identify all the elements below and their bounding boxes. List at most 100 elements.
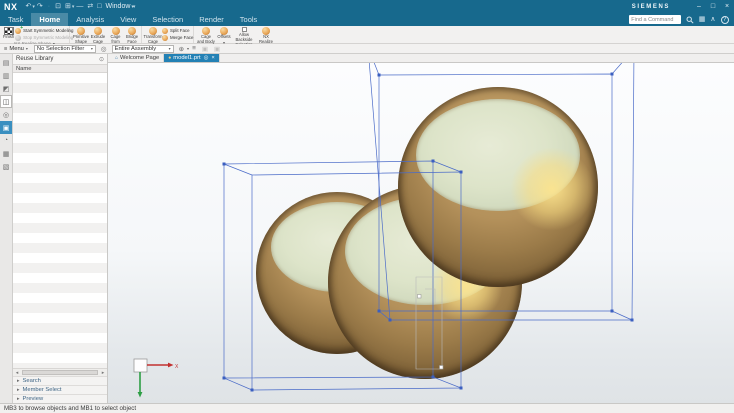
start-symmetric-modeling-button[interactable]: + Start Symmetric Modeling (15, 27, 73, 34)
restore-button[interactable]: □ (706, 0, 720, 13)
wcs-triad: X (134, 359, 179, 398)
pin-icon[interactable]: ⊙ (99, 56, 104, 63)
cage-vertex-handles (223, 73, 634, 392)
welcome-page-icon: ⌂ (115, 55, 118, 61)
expand-arrow-icon: ▸ (17, 387, 20, 393)
resource-bar-icon-history[interactable]: ◔ (0, 134, 12, 147)
resource-bar-icon-2[interactable]: ▥ (0, 69, 12, 82)
scroll-left-icon[interactable]: ◂ (13, 370, 21, 376)
tab-close-icon[interactable]: × (211, 55, 214, 61)
undo-dropdown-icon[interactable]: ▾ (32, 4, 35, 10)
finish-button[interactable]: Finish (2, 27, 15, 40)
undo-icon[interactable]: ↶ (26, 3, 32, 10)
merge-face-button[interactable]: Merge Face (162, 34, 193, 41)
copy-icon[interactable]: ⊞ (65, 3, 71, 10)
resource-bar-icon-reuse-library[interactable]: ◫ (0, 95, 12, 108)
reuse-library-panel: Reuse Library ⊙ Name ◂ ▸ ▸ Search ▸ Memb… (13, 54, 108, 403)
tab-task[interactable]: Task (0, 13, 31, 26)
ribbon-tab-bar: Task Home Analysis View Selection Render… (0, 13, 734, 26)
redo-icon[interactable]: ↷ (37, 3, 43, 10)
stop-symmetric-modeling-button[interactable]: Stop Symmetric Modeling (15, 34, 73, 41)
ribbon-group-nx-realize-shape: Finish + Start Symmetric Modeling Stop S… (0, 26, 70, 43)
ribbon-group-edit: Transform Cage Split Face Merge Face Edi… (142, 26, 194, 43)
section-preview[interactable]: ▸ Preview (13, 394, 107, 403)
siemens-logo: SIEMENS (632, 4, 670, 10)
ribbon: Finish + Start Symmetric Modeling Stop S… (0, 26, 734, 44)
close-button[interactable]: × (720, 0, 734, 13)
ribbon-group-create: Primitive Shape Extrude Cage ▾ Cage from… (70, 26, 142, 43)
reuse-library-list[interactable] (13, 73, 107, 368)
command-finder-icon[interactable]: ▦ (699, 16, 706, 23)
selection-filter-dropdown-icon: ▾ (91, 46, 93, 51)
start-symmetric-modeling-icon: + (15, 28, 21, 34)
resource-bar-icon-9[interactable]: ▧ (0, 160, 12, 173)
quick-access-separator: · (48, 3, 50, 10)
section-member-select[interactable]: ▸ Member Select (13, 385, 107, 394)
customize-quick-access-icon[interactable]: ▾ (133, 4, 136, 10)
resource-bar-icon-5[interactable]: ◎ (0, 108, 12, 121)
expand-arrow-icon: ▸ (17, 378, 20, 384)
panel-title: Reuse Library (16, 56, 53, 62)
resource-bar-icon-3[interactable]: ◩ (0, 82, 12, 95)
bridge-face-button[interactable]: Bridge Face (125, 27, 139, 45)
window-menu[interactable]: Window (106, 3, 131, 10)
triad-plane-icon (134, 359, 147, 372)
equal-constraint-icon[interactable]: ≡ (192, 45, 196, 52)
offsets-button[interactable]: Offsets ▾ (216, 27, 232, 45)
status-message: MB3 to browse objects and MB1 to select … (4, 405, 136, 412)
help-icon[interactable]: ? (721, 16, 729, 24)
resource-bar-icon-1[interactable]: ▤ (0, 56, 12, 69)
tab-pin-icon[interactable]: ◎ (204, 55, 209, 61)
utility-bar: ≡ Menu ▾ No Selection Filter ▾ ◎ Entire … (0, 44, 734, 54)
selection-scope-dropdown-icon: ▾ (169, 46, 171, 51)
status-bar: MB3 to browse objects and MB1 to select … (0, 403, 734, 413)
tab-view[interactable]: View (112, 13, 144, 26)
print-icon[interactable]: ⊡ (55, 3, 61, 10)
window-layout-icon[interactable]: □ (97, 3, 101, 10)
selection-handles (418, 295, 444, 370)
nx-logo: NX (4, 2, 18, 12)
split-face-button[interactable]: Split Face (162, 27, 193, 34)
tab-selection[interactable]: Selection (144, 13, 191, 26)
resource-bar: ▤ ▥ ◩ ◫ ◎ ▣ ◔ ▦ ▧ (0, 54, 13, 403)
triad-x-label: X (175, 364, 179, 370)
selection-filter-dropdown[interactable]: No Selection Filter ▾ (34, 45, 96, 53)
menu-button[interactable]: ≡ Menu ▾ (0, 46, 32, 52)
title-bar: NX ↶ ▾ ↷ · ⊡ ⊞ ▾ — ⇄ □ Window ▾ ▾ SIEMEN… (0, 0, 734, 13)
transform-cage-button[interactable]: Transform Cage (144, 27, 162, 45)
split-face-icon (162, 28, 168, 34)
tab-tools[interactable]: Tools (232, 13, 266, 26)
tab-welcome-page[interactable]: ⌂ Welcome Page (111, 54, 164, 62)
minimize-button[interactable]: – (692, 0, 706, 13)
search-icon[interactable] (686, 16, 694, 24)
snap-point-icon[interactable]: ⊕ (179, 45, 184, 53)
stop-symmetric-modeling-icon (15, 35, 21, 41)
tab-render[interactable]: Render (191, 13, 232, 26)
document-tab-bar: ⌂ Welcome Page ● model1.prt ◎ × (108, 54, 734, 63)
graphics-viewport[interactable]: X (108, 63, 734, 403)
find-command-input[interactable]: Find a Command (629, 15, 681, 24)
disabled-tool-icon-1: ▣ (202, 45, 208, 53)
horizontal-scrollbar[interactable]: ◂ ▸ (13, 368, 107, 376)
minimize-ribbon-icon[interactable]: ∧ (710, 16, 715, 23)
snap-point-dropdown-icon[interactable]: ▾ (187, 46, 189, 51)
selection-scope-icon[interactable]: ◎ (101, 45, 107, 53)
section-search[interactable]: ▸ Search (13, 376, 107, 385)
selection-scope-dropdown[interactable]: Entire Assembly ▾ (112, 45, 174, 53)
tab-model1-prt[interactable]: ● model1.prt ◎ × (164, 54, 219, 62)
menu-dropdown-icon: ▾ (26, 46, 28, 51)
cage-wireframe-overlay: X (108, 63, 734, 403)
tab-analysis[interactable]: Analysis (68, 13, 112, 26)
switch-window-icon[interactable]: ⇄ (87, 3, 93, 10)
primitive-shape-button[interactable]: Primitive Shape (72, 27, 90, 45)
dash-icon: — (76, 3, 83, 10)
resource-bar-icon-6[interactable]: ▣ (0, 121, 12, 134)
expand-arrow-icon: ▸ (17, 396, 20, 402)
copy-dropdown-icon[interactable]: ▾ (72, 4, 75, 10)
tab-home[interactable]: Home (31, 13, 68, 26)
name-column-header[interactable]: Name (13, 64, 107, 73)
scroll-right-icon[interactable]: ▸ (99, 370, 107, 376)
resource-bar-icon-8[interactable]: ▦ (0, 147, 12, 160)
ribbon-group-preference: Cage and Body ▾ Offsets ▾ Allow Backside… (194, 26, 286, 43)
scrollbar-thumb[interactable] (22, 370, 98, 375)
